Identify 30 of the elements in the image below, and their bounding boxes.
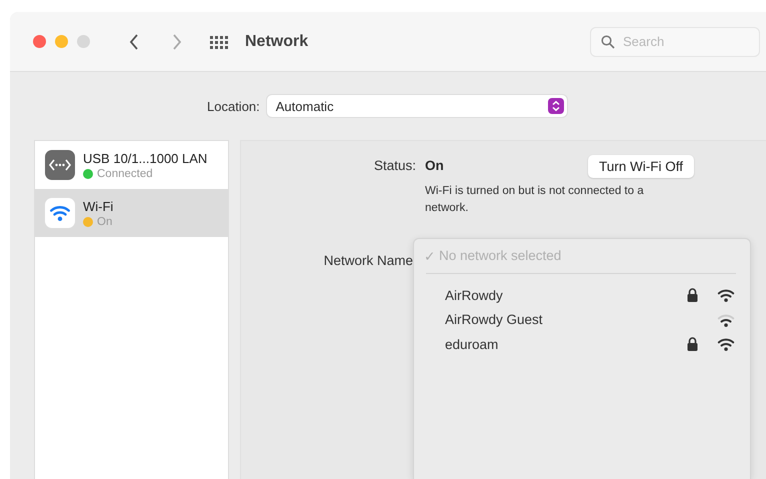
location-label: Location: xyxy=(207,98,260,114)
network-name-label: Network Name xyxy=(322,253,413,270)
service-name: USB 10/1...1000 LAN xyxy=(83,150,208,166)
wifi-icon xyxy=(49,204,71,222)
ethernet-icon xyxy=(45,150,75,180)
network-item[interactable]: eduroam xyxy=(445,336,667,352)
search-field[interactable]: Search xyxy=(590,26,760,56)
service-status: On xyxy=(97,216,112,228)
minimize-button[interactable] xyxy=(55,35,68,48)
check-mark: ✓ xyxy=(424,248,436,264)
service-status: Connected xyxy=(97,168,153,180)
service-name: Wi-Fi xyxy=(83,198,114,214)
network-item[interactable]: AirRowdy xyxy=(445,288,667,303)
status-label: Status: xyxy=(372,158,416,173)
window-title: Network xyxy=(245,32,308,50)
status-description: Wi-Fi is turned on but is not connected to a network. xyxy=(425,184,645,216)
back-icon[interactable] xyxy=(129,34,139,50)
service-item[interactable]: Wi-Fi On xyxy=(35,189,228,237)
network-item[interactable]: AirRowdy Guest xyxy=(445,312,667,328)
search-icon xyxy=(601,34,615,48)
stepper-icon xyxy=(548,98,564,114)
status-value: On xyxy=(425,158,445,173)
close-button[interactable] xyxy=(33,35,46,48)
grid-icon[interactable] xyxy=(209,34,229,48)
service-item[interactable]: USB 10/1...1000 LAN Connected xyxy=(35,141,228,189)
turn-wifi-off-button[interactable]: Turn Wi-Fi Off xyxy=(588,155,694,178)
current-network: No network selected xyxy=(439,248,562,264)
forward-icon[interactable] xyxy=(172,34,182,50)
location-popup[interactable]: Automatic xyxy=(266,95,567,117)
search-input[interactable]: Search xyxy=(621,33,745,50)
